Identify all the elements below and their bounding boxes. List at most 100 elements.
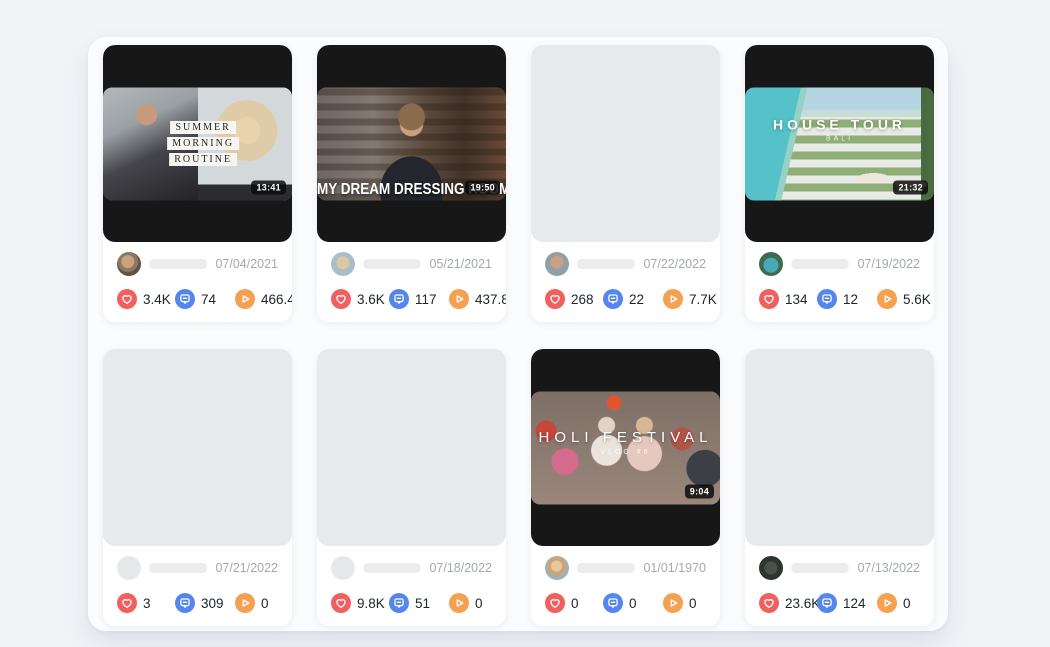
card-stats: 3 309 0 — [117, 593, 278, 613]
views-count: 0 — [903, 596, 911, 611]
thumbnail-title-line: ROUTINE — [169, 153, 237, 166]
avatar-placeholder — [331, 556, 355, 580]
play-icon — [235, 289, 255, 309]
likes-stat: 3.6K — [331, 289, 389, 309]
thumbnail-image: MY DREAM DRESSING ROOM 19:50 — [317, 87, 506, 200]
views-stat: 0 — [235, 593, 278, 613]
duration-badge: 19:50 — [465, 180, 500, 194]
likes-count: 0 — [571, 596, 579, 611]
username-skeleton — [577, 259, 635, 269]
comments-count: 117 — [415, 292, 437, 307]
video-card[interactable]: MY DREAM DRESSING ROOM 19:50 05/21/2021 … — [317, 45, 506, 322]
video-grid-panel: SUMMER MORNING ROUTINE 13:41 07/04/2021 — [88, 37, 948, 631]
card-stats: 3.6K 117 437.8K — [331, 289, 492, 309]
views-stat: 0 — [877, 593, 920, 613]
avatar — [545, 556, 569, 580]
video-card[interactable]: 07/22/2022 268 22 7.7K — [531, 45, 720, 322]
video-card[interactable]: HOUSE TOUR BALI 21:32 07/19/2022 134 — [745, 45, 934, 322]
likes-stat: 3 — [117, 593, 175, 613]
card-stats: 9.8K 51 0 — [331, 593, 492, 613]
comment-icon — [817, 289, 837, 309]
card-info: 07/04/2021 3.4K 74 466.4K — [103, 242, 292, 322]
comments-count: 74 — [201, 292, 216, 307]
comments-stat: 74 — [175, 289, 235, 309]
card-stats: 0 0 0 — [545, 593, 706, 613]
views-stat: 0 — [449, 593, 492, 613]
avatar — [759, 556, 783, 580]
card-meta: 05/21/2021 — [331, 252, 492, 276]
comments-stat: 22 — [603, 289, 663, 309]
video-thumbnail[interactable]: SUMMER MORNING ROUTINE 13:41 — [103, 45, 292, 242]
username-skeleton — [577, 563, 635, 573]
post-date: 07/04/2021 — [215, 257, 278, 271]
views-count: 0 — [261, 596, 269, 611]
likes-stat: 3.4K — [117, 289, 175, 309]
comment-icon — [603, 593, 623, 613]
comment-icon — [603, 289, 623, 309]
avatar — [331, 252, 355, 276]
heart-icon — [117, 593, 137, 613]
likes-count: 23.6K — [785, 596, 820, 611]
views-count: 5.6K — [903, 292, 931, 307]
username-skeleton — [791, 563, 849, 573]
video-card[interactable]: 07/18/2022 9.8K 51 0 — [317, 349, 506, 626]
video-thumbnail-placeholder[interactable] — [317, 349, 506, 546]
post-date: 07/21/2022 — [215, 561, 278, 575]
thumbnail-subtitle: BALI — [745, 136, 934, 143]
heart-icon — [545, 289, 565, 309]
play-icon — [235, 593, 255, 613]
comment-icon — [817, 593, 837, 613]
post-date: 07/22/2022 — [643, 257, 706, 271]
comment-icon — [175, 593, 195, 613]
likes-count: 268 — [571, 292, 594, 307]
thumbnail-image: SUMMER MORNING ROUTINE 13:41 — [103, 87, 292, 200]
video-thumbnail[interactable]: MY DREAM DRESSING ROOM 19:50 — [317, 45, 506, 242]
likes-count: 3.4K — [143, 292, 171, 307]
video-thumbnail-placeholder[interactable] — [745, 349, 934, 546]
video-card[interactable]: HOLI FESTIVAL VLOG #6 9:04 01/01/1970 0 — [531, 349, 720, 626]
heart-icon — [331, 289, 351, 309]
card-meta: 07/13/2022 — [759, 556, 920, 580]
username-skeleton — [791, 259, 849, 269]
username-skeleton — [149, 563, 207, 573]
card-info: 07/21/2022 3 309 0 — [103, 546, 292, 626]
likes-stat: 23.6K — [759, 593, 817, 613]
views-stat: 5.6K — [877, 289, 931, 309]
video-thumbnail-placeholder[interactable] — [103, 349, 292, 546]
comment-icon — [389, 289, 409, 309]
likes-stat: 268 — [545, 289, 603, 309]
likes-count: 3 — [143, 596, 151, 611]
post-date: 07/19/2022 — [857, 257, 920, 271]
video-card[interactable]: 07/21/2022 3 309 0 — [103, 349, 292, 626]
card-stats: 134 12 5.6K — [759, 289, 920, 309]
card-info: 07/19/2022 134 12 5.6K — [745, 242, 934, 322]
card-meta: 07/19/2022 — [759, 252, 920, 276]
likes-count: 134 — [785, 292, 808, 307]
heart-icon — [759, 289, 779, 309]
video-grid: SUMMER MORNING ROUTINE 13:41 07/04/2021 — [103, 45, 934, 626]
avatar — [545, 252, 569, 276]
views-count: 437.8K — [475, 292, 506, 307]
views-stat: 437.8K — [449, 289, 506, 309]
thumbnail-title-text: HOUSE TOUR — [745, 117, 934, 133]
likes-stat: 0 — [545, 593, 603, 613]
heart-icon — [545, 593, 565, 613]
video-card[interactable]: SUMMER MORNING ROUTINE 13:41 07/04/2021 — [103, 45, 292, 322]
card-info: 05/21/2021 3.6K 117 437.8K — [317, 242, 506, 322]
comments-stat: 117 — [389, 289, 449, 309]
avatar-placeholder — [117, 556, 141, 580]
post-date: 05/21/2021 — [429, 257, 492, 271]
duration-badge: 13:41 — [251, 180, 286, 194]
comments-stat: 124 — [817, 593, 877, 613]
views-stat: 7.7K — [663, 289, 717, 309]
thumbnail-title-text: HOLI FESTIVAL — [531, 429, 720, 446]
video-thumbnail[interactable]: HOUSE TOUR BALI 21:32 — [745, 45, 934, 242]
video-card[interactable]: 07/13/2022 23.6K 124 0 — [745, 349, 934, 626]
thumbnail-title-line: SUMMER — [170, 121, 235, 134]
heart-icon — [117, 289, 137, 309]
video-thumbnail[interactable]: HOLI FESTIVAL VLOG #6 9:04 — [531, 349, 720, 546]
video-thumbnail-placeholder[interactable] — [531, 45, 720, 242]
duration-badge: 9:04 — [685, 484, 714, 498]
likes-stat: 134 — [759, 289, 817, 309]
card-stats: 268 22 7.7K — [545, 289, 706, 309]
